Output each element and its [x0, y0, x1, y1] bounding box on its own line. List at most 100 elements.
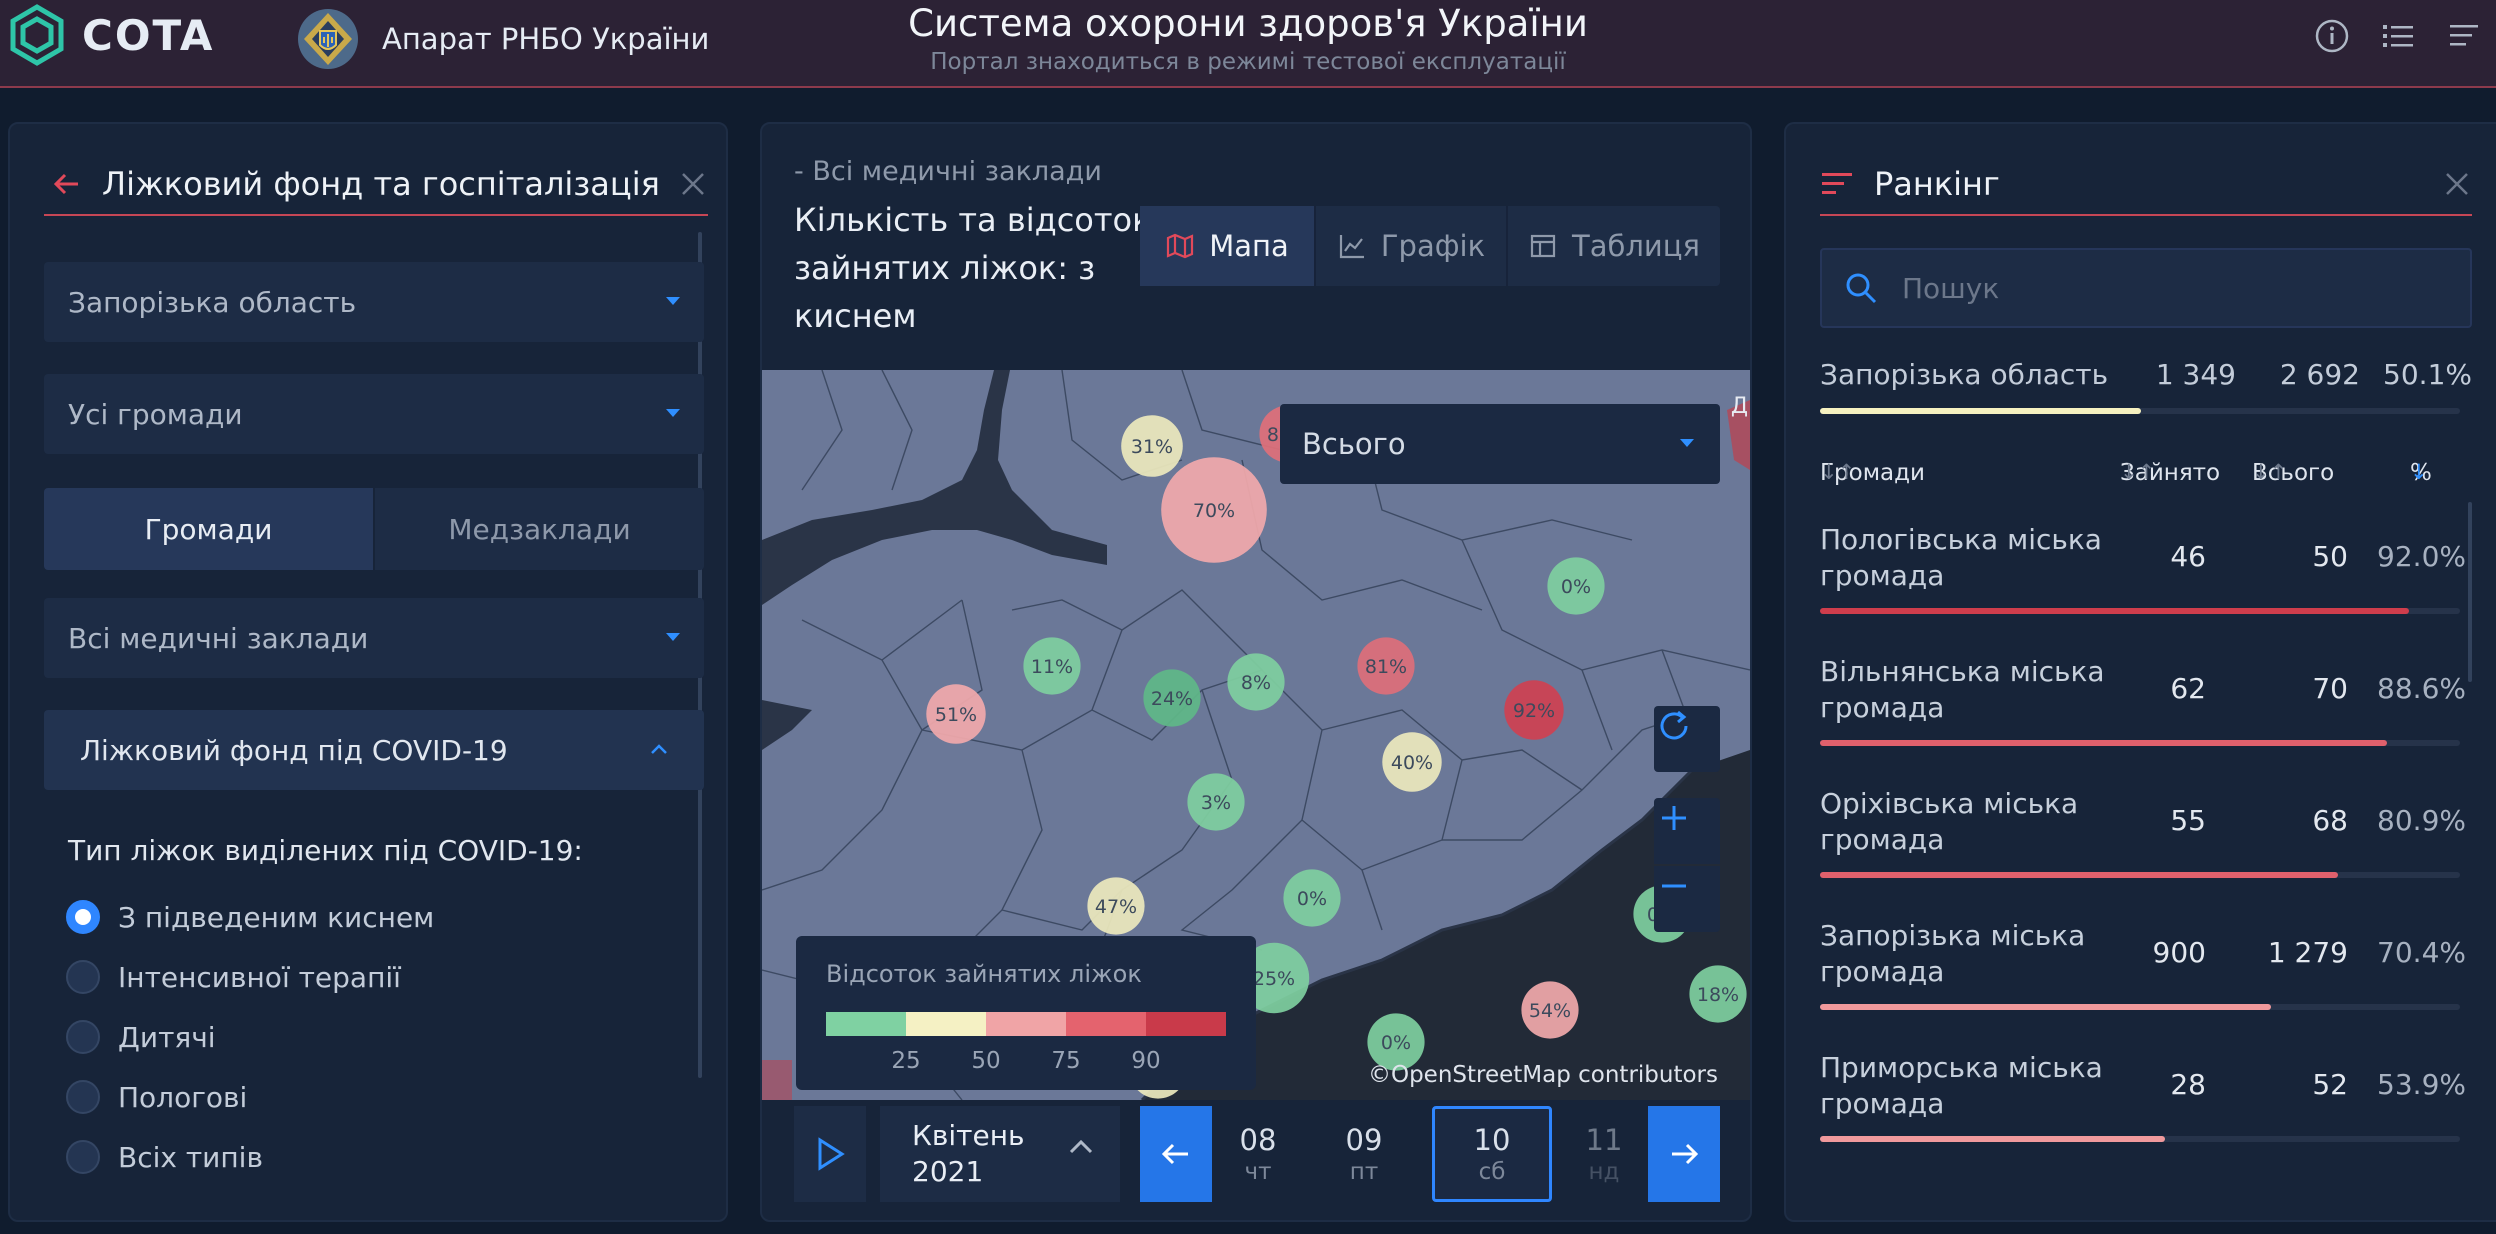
cluster-label: 8% [1241, 672, 1271, 694]
organization-name: Апарат РНБО України [382, 22, 710, 56]
cluster-marker[interactable]: 47% [1087, 877, 1145, 935]
radio-checked-icon [66, 900, 100, 934]
cluster-marker[interactable]: 24% [1143, 669, 1201, 727]
zoom-in-button[interactable] [1654, 798, 1720, 864]
table-row[interactable]: Пологівська міська громада 46 50 92.0% [1820, 512, 2472, 644]
legend-swatch [826, 1012, 906, 1036]
header-center: Система охорони здоров'я України Портал … [848, 0, 1648, 75]
cluster-marker[interactable]: 70% [1161, 457, 1267, 563]
community-select[interactable]: Усі громади [44, 374, 704, 454]
month-picker[interactable]: Квітень 2021 [880, 1106, 1120, 1202]
cluster-marker[interactable]: 8% [1227, 653, 1285, 711]
ranking-search[interactable] [1820, 248, 2472, 328]
region-select[interactable]: Запорізька область [44, 262, 704, 342]
radio-label: З підведеним киснем [118, 900, 435, 934]
day-number: 09 [1345, 1123, 1383, 1157]
radio-maternity[interactable]: Пологові [66, 1080, 247, 1114]
legend-swatch [906, 1012, 986, 1036]
row-percent: 80.9% [2377, 804, 2466, 837]
row-occupied: 28 [2170, 1068, 2206, 1101]
row-progress-bar [1820, 1136, 2460, 1142]
play-button[interactable] [794, 1106, 866, 1202]
cluster-marker[interactable]: 18% [1689, 965, 1747, 1023]
cluster-marker[interactable]: 51% [926, 684, 986, 744]
map-attribution[interactable]: ©OpenStreetMap contributors [1368, 1062, 1718, 1088]
cluster-marker[interactable]: 3% [1187, 773, 1245, 831]
search-input[interactable] [1902, 271, 2462, 305]
cluster-label: 18% [1697, 984, 1739, 1006]
prev-day-button[interactable] [1140, 1106, 1212, 1202]
cluster-marker[interactable]: 40% [1382, 732, 1442, 792]
zoom-out-button[interactable] [1654, 866, 1720, 932]
row-occupied: 900 [2152, 936, 2206, 969]
accordion-title: Ліжковий фонд під COVID-19 [80, 733, 508, 767]
close-icon[interactable] [2442, 169, 2472, 199]
radio-intensive[interactable]: Інтенсивної терапії [66, 960, 401, 994]
cluster-marker[interactable]: 0% [1547, 557, 1605, 615]
cluster-marker[interactable]: 81% [1357, 637, 1415, 695]
day-11[interactable]: 11 нд [1560, 1106, 1648, 1202]
ranking-columns: Громади ↓↑ Зайнято ↓↑ Всього ↓↑ % ↓ [1820, 460, 2472, 500]
close-icon[interactable] [678, 169, 708, 199]
radio-all-types[interactable]: Всіх типів [66, 1140, 263, 1174]
day-08[interactable]: 08 чт [1212, 1106, 1304, 1202]
cluster-marker[interactable]: 31% [1121, 415, 1183, 477]
play-icon [818, 1137, 845, 1171]
menu-icon[interactable] [2446, 18, 2482, 54]
cluster-marker[interactable]: 0% [1283, 869, 1341, 927]
table-row[interactable]: Приморська міська громада 28 52 53.9% [1820, 1040, 2472, 1172]
plus-icon [1662, 806, 1686, 830]
row-progress-bar [1820, 740, 2460, 746]
row-name: Пологівська міська громада [1820, 523, 2102, 592]
cota-logo[interactable]: COTA [6, 0, 214, 70]
next-day-button[interactable] [1648, 1106, 1720, 1202]
summary-progress-fill [1820, 408, 2141, 414]
ranking-icon [1822, 173, 1852, 194]
tab-map[interactable]: Мапа [1140, 206, 1316, 286]
row-total: 50 [2312, 540, 2348, 573]
tab-chart[interactable]: Графік [1316, 206, 1508, 286]
map-area[interactable]: 31%89%70%0%11%24%8%81%92%51%40%3%47%0%0%… [762, 370, 1750, 1100]
tab-table[interactable]: Таблиця [1508, 206, 1720, 286]
logo-text: COTA [82, 10, 215, 60]
legend-tick: 25 [891, 1048, 921, 1074]
chevron-down-icon [1680, 439, 1694, 447]
day-number: 11 [1585, 1123, 1623, 1157]
map-filter-select[interactable]: Всього [1280, 404, 1720, 484]
day-weekday: чт [1244, 1159, 1272, 1185]
info-icon[interactable] [2314, 18, 2350, 54]
table-row[interactable]: Оріхівська міська громада 55 68 80.9% [1820, 776, 2472, 908]
header-actions [2314, 18, 2496, 54]
radio-oxygen[interactable]: З підведеним киснем [66, 900, 434, 934]
day-10[interactable]: 10 сб [1432, 1106, 1552, 1202]
radio-children[interactable]: Дитячі [66, 1020, 216, 1054]
hexagon-logo-icon [10, 4, 64, 66]
coat-of-arms-icon [298, 9, 358, 69]
toggle-communities[interactable]: Громади [44, 488, 373, 570]
day-09[interactable]: 09 пт [1304, 1106, 1424, 1202]
row-total: 68 [2312, 804, 2348, 837]
row-progress-fill [1820, 1136, 2165, 1142]
chart-icon [1339, 235, 1364, 259]
toggle-facilities[interactable]: Медзаклади [375, 488, 704, 570]
arrow-right-icon [1672, 1143, 1699, 1165]
list-icon[interactable] [2380, 18, 2416, 54]
radio-label: Всіх типів [118, 1140, 263, 1174]
covid-beds-accordion[interactable]: Ліжковий фонд під COVID-19 [44, 710, 704, 790]
back-arrow-icon[interactable] [50, 167, 84, 201]
row-progress-fill [1820, 1004, 2271, 1010]
map-panel: - Всі медичні заклади Кількість та відсо… [760, 122, 1752, 1222]
ranking-panel: Ранкінг Запорізька область 1 349 2 692 5… [1784, 122, 2496, 1222]
table-row[interactable]: Запорізька міська громада 900 1 279 70.4% [1820, 908, 2472, 1040]
row-progress-fill [1820, 872, 2338, 878]
cluster-marker[interactable]: 92% [1504, 680, 1564, 740]
summary-occupied: 1 349 [2155, 358, 2236, 391]
facilities-select[interactable]: Всі медичні заклади [44, 598, 704, 678]
table-row[interactable]: Вільнянська міська громада 62 70 88.6% [1820, 644, 2472, 776]
map-reset-button[interactable] [1654, 706, 1720, 772]
cluster-label: 47% [1095, 896, 1137, 918]
day-number: 10 [1473, 1123, 1511, 1157]
cluster-marker[interactable]: 54% [1521, 981, 1579, 1039]
cluster-label: 40% [1391, 752, 1433, 774]
cluster-marker[interactable]: 11% [1023, 637, 1081, 695]
